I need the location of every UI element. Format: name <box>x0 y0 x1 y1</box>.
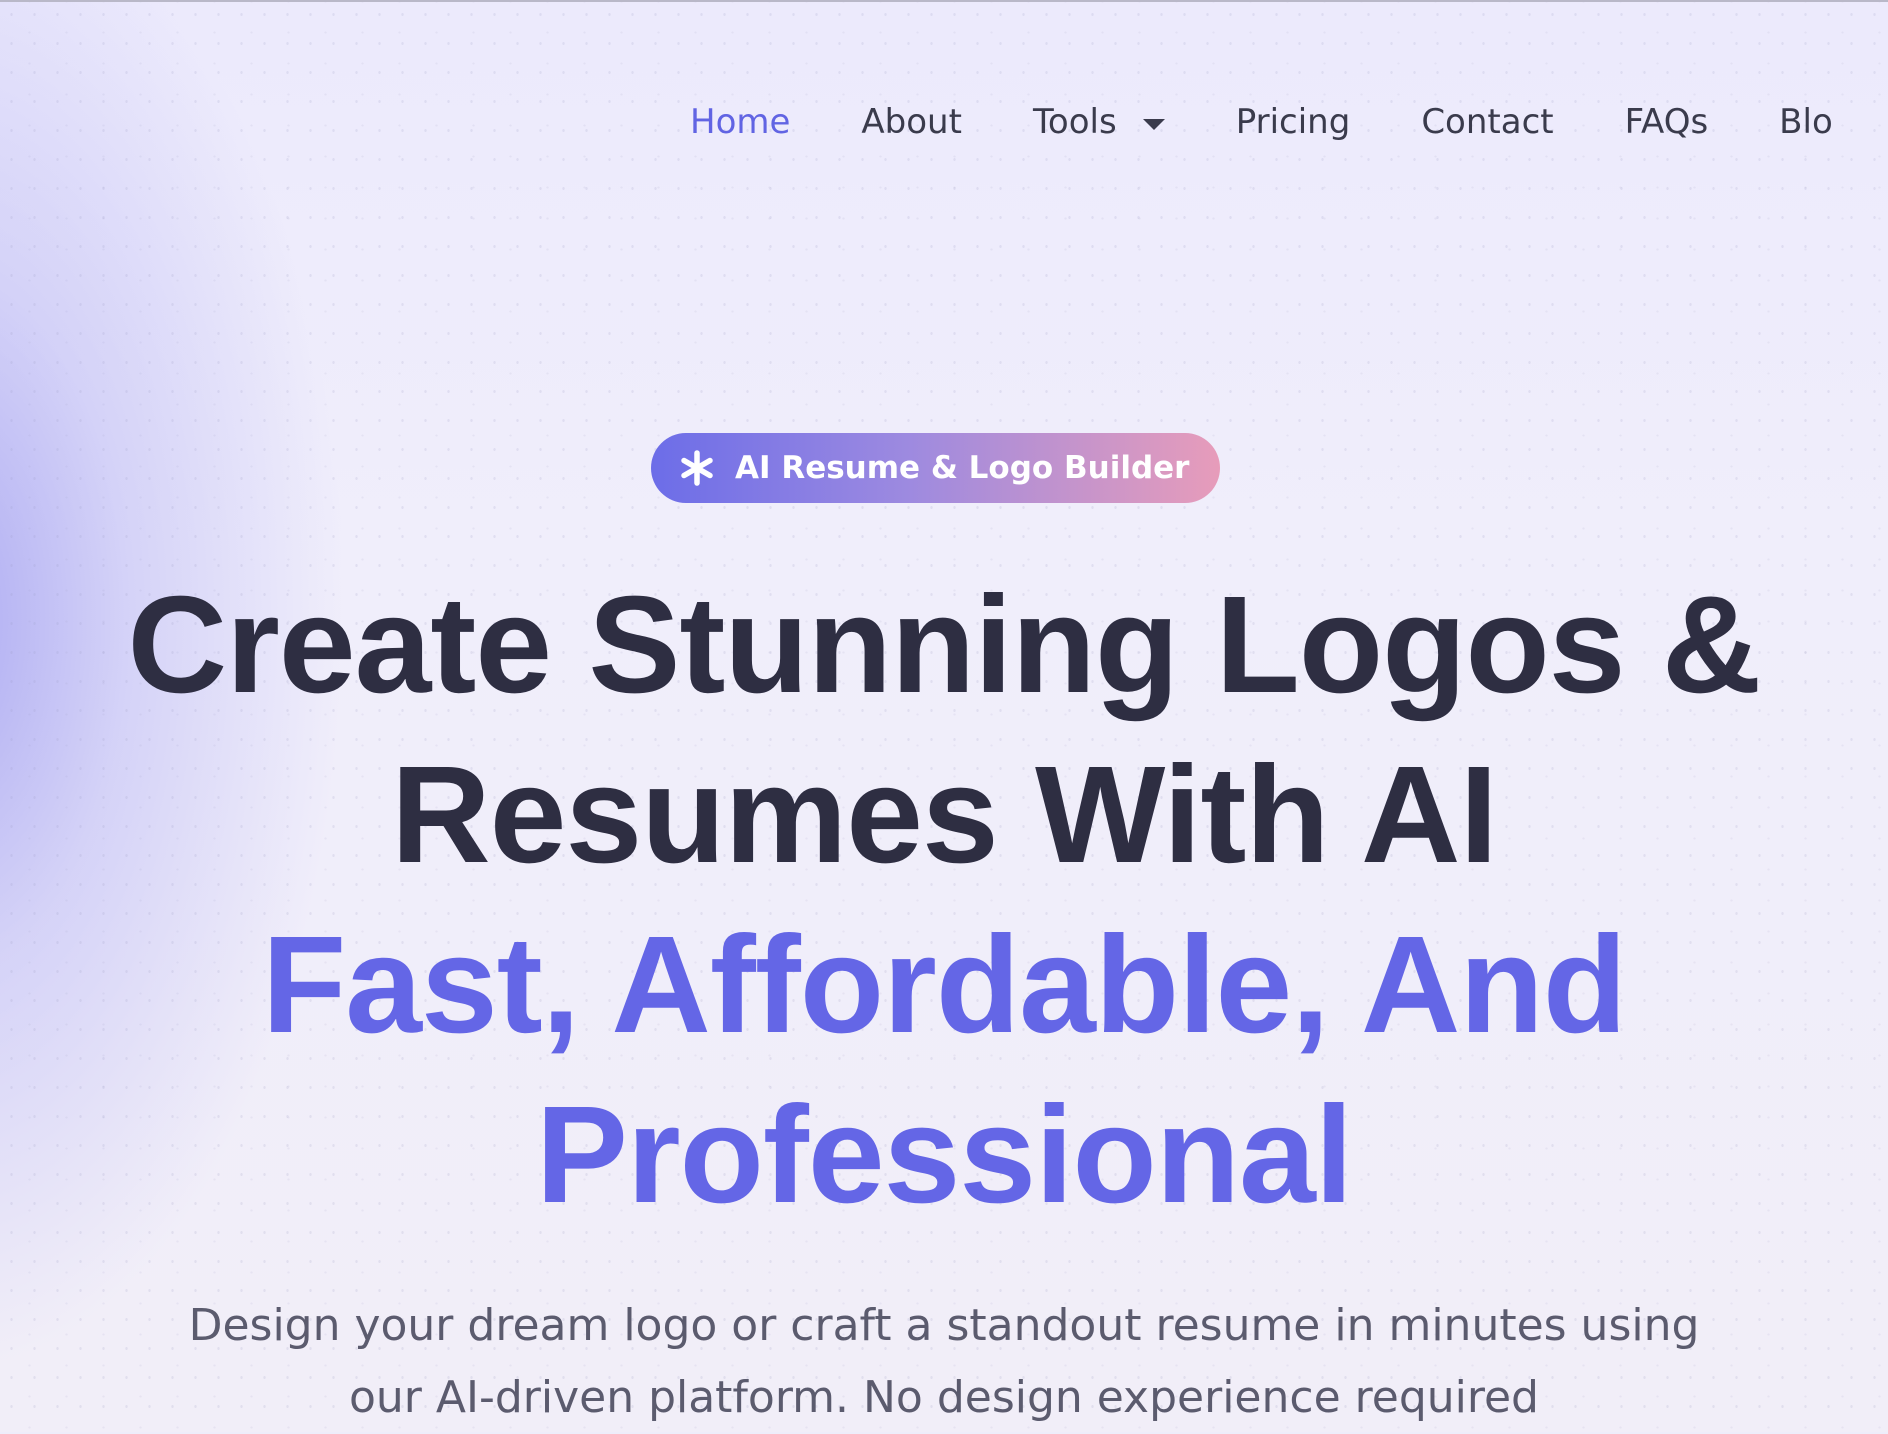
nav-blog-label: Blo <box>1779 102 1833 142</box>
nav-about-link[interactable]: About <box>861 96 962 148</box>
nav-blog-link[interactable]: Blo <box>1779 96 1833 148</box>
nav-pricing-link[interactable]: Pricing <box>1236 96 1351 148</box>
hero-badge: AI Resume & Logo Builder <box>651 433 1220 503</box>
hero-title: Create Stunning Logos & Resumes With AI … <box>0 560 1888 1240</box>
hero-description-line-1: Design your dream logo or craft a stando… <box>188 1300 1700 1351</box>
hero-title-line-1: Create Stunning Logos & <box>127 568 1762 722</box>
nav-contact-label: Contact <box>1421 102 1554 142</box>
chevron-down-icon <box>1142 118 1165 130</box>
nav-home-label: Home <box>690 102 791 142</box>
top-border <box>0 0 1888 2</box>
nav-faqs-link[interactable]: FAQs <box>1625 96 1709 148</box>
nav-pricing-label: Pricing <box>1235 102 1351 142</box>
nav-tools-label: Tools <box>1032 102 1117 142</box>
asterisk-icon <box>681 450 713 486</box>
hero-accent-line-2: Professional <box>535 1078 1353 1232</box>
hero-description-line-2: our AI-driven platform. No design experi… <box>349 1372 1539 1423</box>
badge-label: AI Resume & Logo Builder <box>735 450 1190 486</box>
hero-accent-line-1: Fast, Affordable, And <box>261 908 1627 1062</box>
hero-description: Design your dream logo or craft a stando… <box>0 1290 1888 1434</box>
nav-contact-link[interactable]: Contact <box>1421 96 1553 148</box>
nav-home-link[interactable]: Home <box>690 96 790 148</box>
nav-tools-dropdown[interactable]: Tools <box>1033 96 1165 148</box>
nav-about-label: About <box>861 102 962 142</box>
main-nav: Home About Tools Pricing Contact FAQs Bl… <box>690 96 1888 148</box>
nav-faqs-label: FAQs <box>1624 102 1709 142</box>
hero-title-line-2: Resumes With AI <box>391 738 1498 892</box>
